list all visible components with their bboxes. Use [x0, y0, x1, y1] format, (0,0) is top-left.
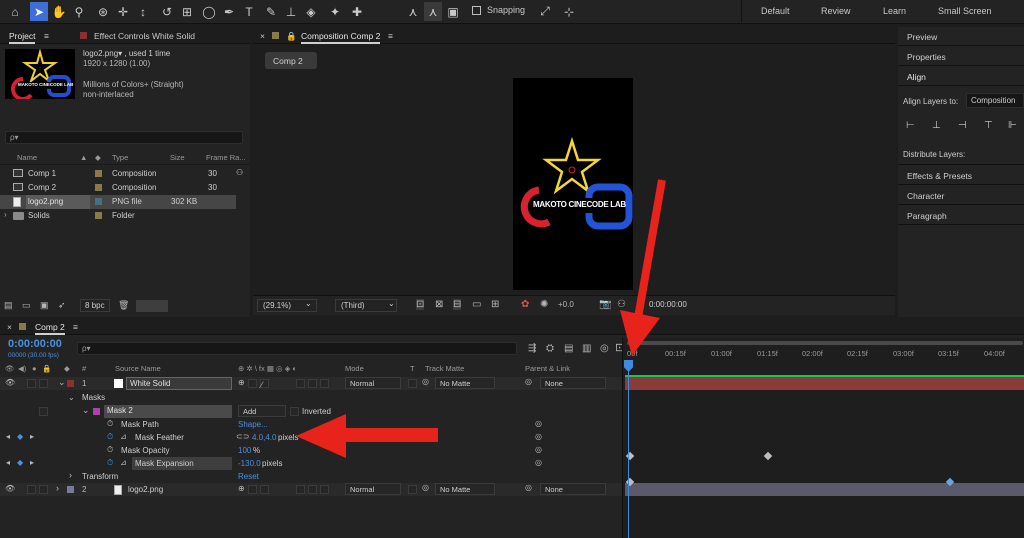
arrow-left-annotation [296, 414, 438, 458]
annotation-arrows [296, 179, 666, 458]
arrow-down-annotation [620, 179, 666, 356]
